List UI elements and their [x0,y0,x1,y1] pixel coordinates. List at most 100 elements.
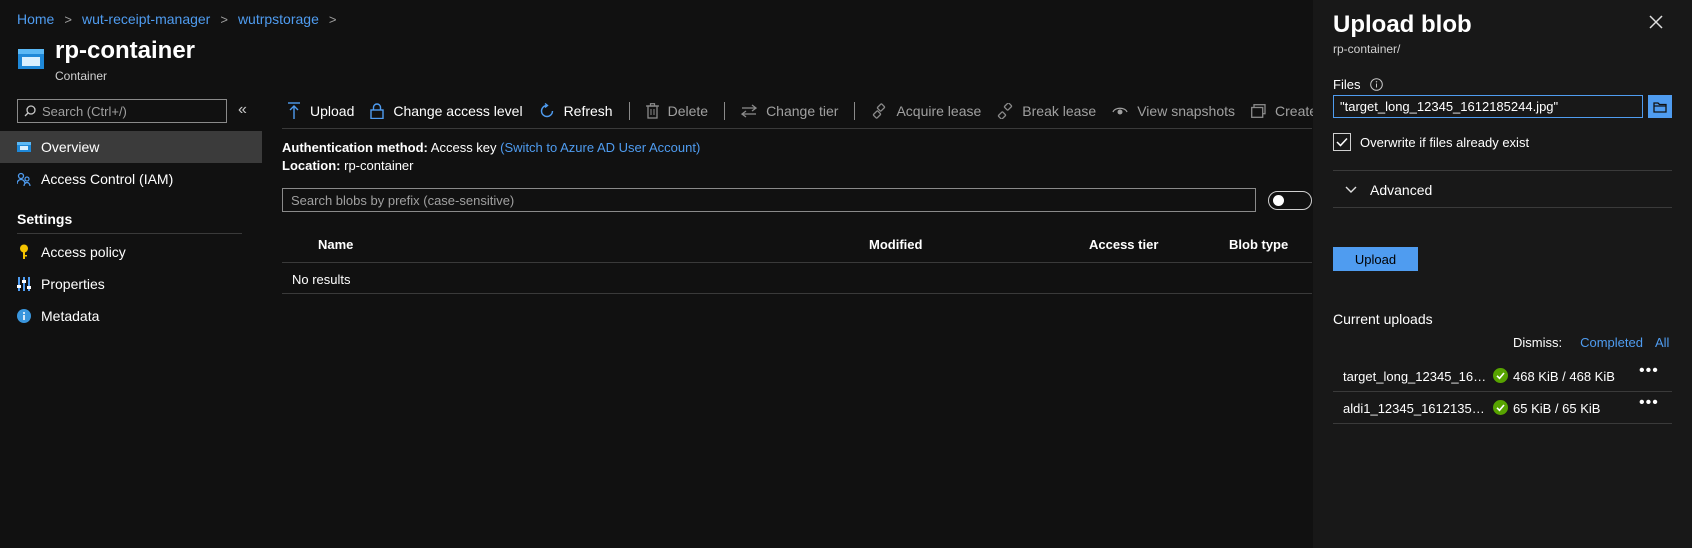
change-tier-button[interactable]: Change tier [741,103,838,119]
refresh-button[interactable]: Refresh [539,103,613,119]
upload-file-name: target_long_12345_161... [1343,369,1487,384]
info-icon[interactable] [1370,78,1384,91]
upload-row[interactable]: aldi1_12345_161213576... 65 KiB / 65 KiB… [1333,392,1672,424]
dismiss-all-link[interactable]: All [1655,335,1669,350]
nav-item-overview[interactable]: Overview [0,131,262,163]
settings-heading: Settings [17,211,73,227]
upload-file-name: aldi1_12345_161213576... [1343,401,1487,416]
close-icon[interactable] [1649,15,1663,29]
files-field [1333,95,1643,118]
upload-icon [287,102,301,120]
column-header-access-tier[interactable]: Access tier [1089,237,1158,252]
more-options-icon[interactable]: ••• [1639,394,1659,412]
link-icon [871,103,887,119]
column-header-blob-type[interactable]: Blob type [1229,237,1288,252]
info-icon [17,309,31,323]
dismiss-label: Dismiss: [1513,335,1563,350]
column-header-modified[interactable]: Modified [869,237,922,252]
change-access-level-button[interactable]: Change access level [370,103,523,119]
nav-item-access-policy[interactable]: Access policy [0,236,262,268]
page-subtitle: Container [55,69,108,83]
swap-icon [741,104,758,118]
divider [17,233,242,234]
empty-table-message: No results [292,272,351,287]
dismiss-controls: Dismiss: Completed All [1513,335,1669,350]
overwrite-checkbox[interactable]: Overwrite if files already exist [1333,133,1529,151]
lock-icon [370,103,385,119]
success-check-icon [1493,368,1508,383]
nav-item-iam[interactable]: Access Control (IAM) [0,163,262,195]
nav-item-label: Overview [41,139,100,155]
refresh-icon [539,103,555,119]
chevron-right-icon: > [328,11,337,27]
panel-title: Upload blob [1333,11,1472,38]
chevron-right-icon: > [64,11,72,27]
container-icon [17,47,45,71]
toolbar-divider [628,102,630,120]
breadcrumb-resource-group[interactable]: wut-receipt-manager [82,11,210,27]
upload-progress: 65 KiB / 65 KiB [1513,401,1601,416]
toolbar-divider [724,102,726,120]
nav-item-label: Access policy [41,244,126,260]
divider [282,128,1312,129]
nav-search-input[interactable] [42,103,222,119]
key-icon [17,244,31,260]
chevron-right-icon: > [220,11,228,27]
upload-blob-panel: Upload blob rp-container/ Files Overwrit… [1313,0,1692,548]
toggle-knob [1273,195,1284,206]
breadcrumb: Home > wut-receipt-manager > wutrpstorag… [17,11,346,27]
acquire-lease-button[interactable]: Acquire lease [871,103,981,119]
divider [282,262,1312,263]
nav-item-properties[interactable]: Properties [0,268,262,300]
container-icon [17,141,31,153]
command-bar: Upload Change access level Refresh Delet… [287,98,1390,124]
blob-search-box [282,188,1256,212]
advanced-expander[interactable]: Advanced [1345,182,1432,198]
search-icon [24,105,36,117]
blob-search-input[interactable] [283,189,1255,211]
nav-item-label: Access Control (IAM) [41,171,174,187]
switch-auth-link[interactable]: (Switch to Azure AD User Account) [500,140,700,155]
upload-button[interactable]: Upload [287,102,354,120]
nav-search-box[interactable] [17,99,227,123]
break-lease-button[interactable]: Break lease [997,103,1096,119]
upload-submit-button[interactable]: Upload [1333,247,1418,271]
broken-link-icon [997,103,1013,119]
dismiss-completed-link[interactable]: Completed [1580,335,1643,350]
more-options-icon[interactable]: ••• [1639,362,1659,380]
success-check-icon [1493,400,1508,415]
advanced-label: Advanced [1370,182,1433,198]
overwrite-label: Overwrite if files already exist [1360,134,1530,150]
upload-progress: 468 KiB / 468 KiB [1513,369,1615,384]
checkbox[interactable] [1333,133,1351,151]
files-input[interactable] [1334,96,1642,117]
users-icon [17,172,31,186]
page-title: rp-container [55,37,196,64]
show-deleted-toggle[interactable] [1268,191,1312,210]
toolbar-divider [854,102,856,120]
snapshot-icon [1251,104,1266,118]
browse-files-button[interactable] [1648,95,1672,118]
divider [1333,170,1672,171]
properties-icon [17,277,31,291]
location: Location: rp-container [282,158,414,173]
nav-item-label: Properties [41,276,105,292]
breadcrumb-home[interactable]: Home [17,11,54,27]
divider [282,293,1312,294]
nav-item-metadata[interactable]: Metadata [0,300,262,332]
delete-button[interactable]: Delete [645,103,708,119]
trash-icon [645,103,659,119]
collapse-menu-icon[interactable]: « [238,101,247,119]
folder-icon [1653,101,1667,113]
upload-row[interactable]: target_long_12345_161... 468 KiB / 468 K… [1333,360,1672,392]
column-header-name[interactable]: Name [318,237,353,252]
chevron-down-icon [1345,186,1357,194]
panel-subtitle: rp-container/ [1333,42,1401,56]
breadcrumb-storage-account[interactable]: wutrpstorage [238,11,319,27]
nav-item-label: Metadata [41,308,100,324]
divider [1333,207,1672,208]
eye-icon [1112,105,1128,117]
auth-method: Authentication method: Access key (Switc… [282,140,701,155]
current-uploads-heading: Current uploads [1333,311,1433,327]
view-snapshots-button[interactable]: View snapshots [1112,103,1235,119]
